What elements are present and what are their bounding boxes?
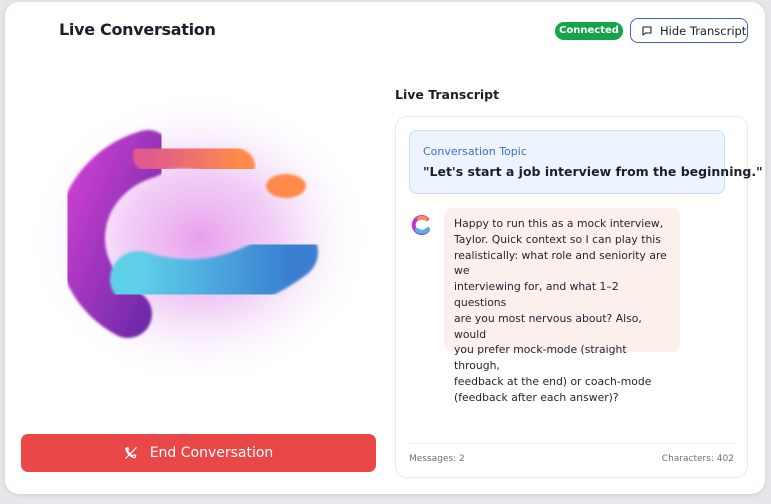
topic-text: "Let's start a job interview from the be… bbox=[423, 164, 763, 179]
message-line: Happy to run this as a mock interview, bbox=[454, 217, 664, 230]
characters-count: Characters: 402 bbox=[661, 454, 734, 464]
message-line: are you most nervous about? Also, would bbox=[454, 311, 642, 341]
phone-off-icon bbox=[124, 447, 137, 459]
message-line: you prefer mock-mode (straight through, bbox=[454, 343, 627, 373]
footer-divider bbox=[409, 443, 734, 444]
end-conversation-label: End Conversation bbox=[149, 445, 274, 461]
conversation-topic-card: Conversation Topic "Let's start a job in… bbox=[409, 130, 763, 194]
topic-label: Conversation Topic bbox=[423, 145, 527, 158]
end-conversation-button[interactable]: End Conversation bbox=[21, 434, 376, 472]
app-window: Live Conversation Connected Hide Transcr… bbox=[5, 2, 765, 494]
voice-visualizer bbox=[20, 84, 376, 394]
assistant-avatar-icon bbox=[411, 215, 430, 236]
hide-transcript-button[interactable]: Hide Transcript bbox=[630, 18, 748, 43]
message-line: interviewing for, and what 1–2 questions bbox=[454, 280, 619, 309]
transcript-title: Live Transcript bbox=[395, 87, 500, 102]
assistant-message-bubble: Happy to run this as a mock interview, T… bbox=[444, 208, 680, 404]
messages-count: Messages: 2 bbox=[409, 454, 465, 464]
message-square-icon bbox=[642, 25, 652, 36]
page-title: Live Conversation bbox=[59, 20, 216, 39]
message-line: Taylor. Quick context so I can play this bbox=[454, 232, 661, 246]
status-badge: Connected bbox=[555, 22, 623, 40]
message-line: (feedback after each answer)? bbox=[454, 390, 619, 404]
message-line: realistically: what role and seniority a… bbox=[454, 248, 667, 278]
transcript-panel[interactable]: Conversation Topic "Let's start a job in… bbox=[395, 116, 763, 478]
voice-orb-graphic bbox=[25, 89, 375, 389]
hide-transcript-label: Hide Transcript bbox=[660, 23, 747, 38]
message-line: feedback at the end) or coach-mode bbox=[454, 374, 652, 388]
